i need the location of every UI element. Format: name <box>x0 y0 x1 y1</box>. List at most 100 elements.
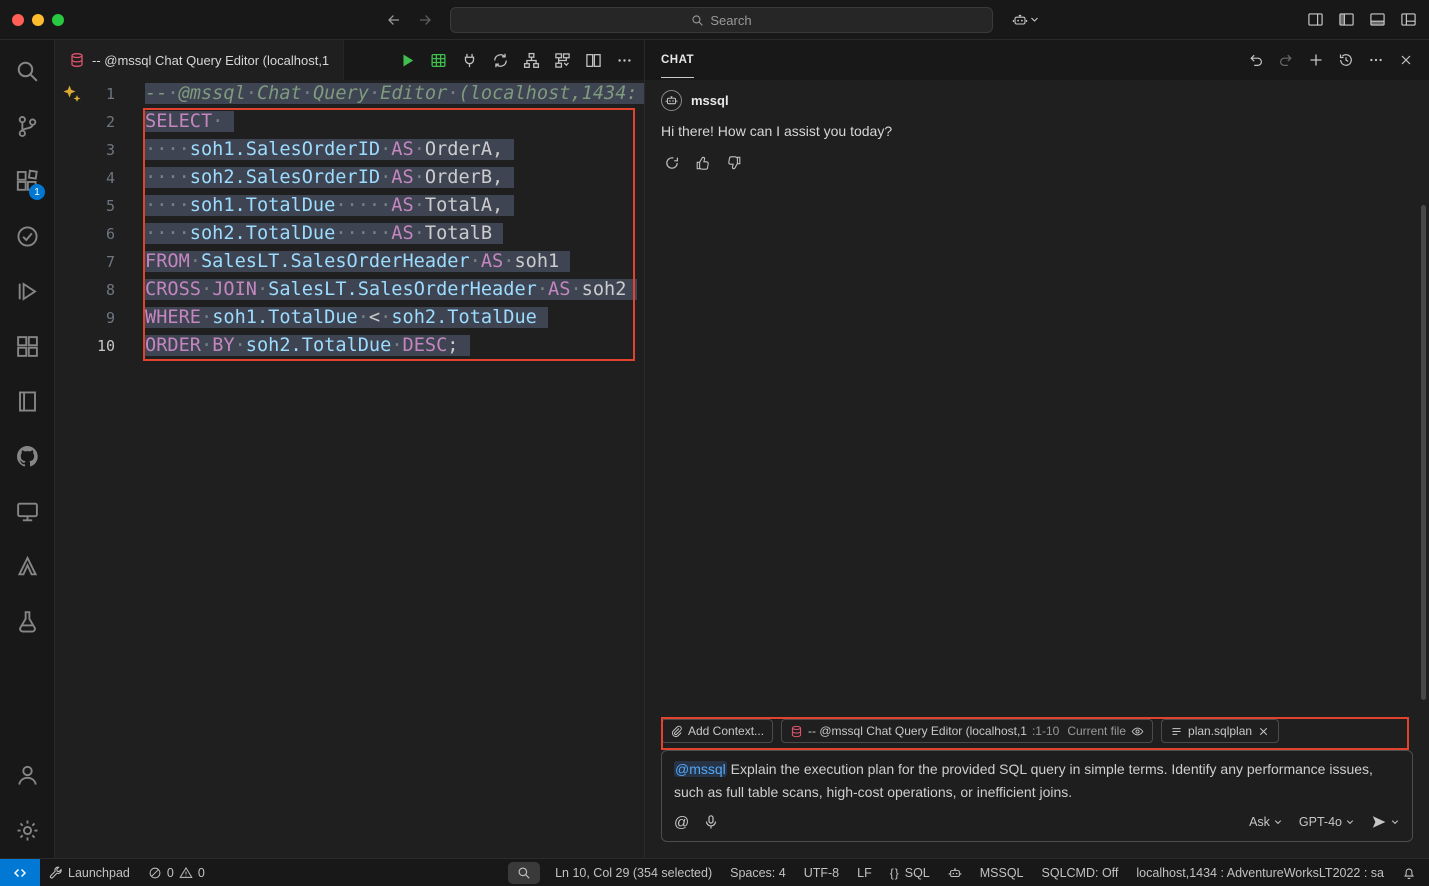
database-schema-button[interactable] <box>517 46 545 74</box>
mention-button[interactable]: @ <box>674 815 689 830</box>
navigate-back-icon[interactable] <box>386 12 402 28</box>
chat-input-text[interactable]: @mssql Explain the execution plan for th… <box>674 758 1400 804</box>
mode-dropdown[interactable]: Ask <box>1249 815 1283 829</box>
thumbs-down-button[interactable] <box>723 152 745 174</box>
code-text[interactable]: ORDER·BY·soh2.TotalDue·DESC; <box>145 332 470 360</box>
code-line-6: 6 ····soh2.TotalDue·····AS·TotalB <box>55 220 644 248</box>
send-button[interactable] <box>1371 814 1400 830</box>
activity-item-accounts[interactable] <box>3 748 51 803</box>
line-number[interactable]: 8 <box>55 276 115 304</box>
chat-history-button[interactable] <box>1332 47 1359 74</box>
activity-item-database-projects[interactable] <box>3 594 51 649</box>
close-window-button[interactable] <box>12 14 24 26</box>
thumbs-up-button[interactable] <box>692 152 714 174</box>
zoom-window-button[interactable] <box>52 14 64 26</box>
more-actions-button[interactable] <box>610 46 638 74</box>
code-line-8: 8 CROSS·JOIN·SalesLT.SalesOrderHeader·AS·… <box>55 276 644 304</box>
remote-indicator[interactable] <box>0 859 40 886</box>
activity-bar-items: 1 <box>3 44 51 649</box>
encoding-indicator[interactable]: UTF-8 <box>795 859 848 886</box>
indentation-indicator[interactable]: Spaces: 4 <box>721 859 795 886</box>
line-number[interactable]: 3 <box>55 136 115 164</box>
activity-item-notebooks[interactable] <box>3 374 51 429</box>
code-text[interactable]: CROSS·JOIN·SalesLT.SalesOrderHeader·AS·s… <box>145 276 637 304</box>
chat-panel-header: CHAT <box>645 40 1429 80</box>
launchpad-button[interactable]: Launchpad <box>40 859 139 886</box>
code-text[interactable]: ····soh2.SalesOrderID·AS·OrderB, <box>145 164 514 192</box>
disconnect-button[interactable] <box>455 46 483 74</box>
results-grid-button[interactable] <box>424 46 452 74</box>
line-number[interactable]: 7 <box>55 248 115 276</box>
activity-item-run-and-debug[interactable] <box>3 264 51 319</box>
chevron-down-icon <box>1029 14 1040 25</box>
code-text[interactable]: FROM·SalesLT.SalesOrderHeader·AS·soh1 <box>145 248 570 276</box>
code-text[interactable]: ····soh2.TotalDue·····AS·TotalB <box>145 220 503 248</box>
close-icon[interactable] <box>1257 725 1270 738</box>
selection-highlight: CROSS·JOIN·SalesLT.SalesOrderHeader·AS·s… <box>145 279 637 300</box>
copilot-menu[interactable] <box>1012 0 1040 39</box>
customize-layout-icon[interactable] <box>1400 11 1417 28</box>
check-circle-icon <box>15 224 40 249</box>
toggle-primary-sidebar-icon[interactable] <box>1338 11 1355 28</box>
activity-item-components[interactable] <box>3 319 51 374</box>
regenerate-button[interactable] <box>661 152 683 174</box>
code-text[interactable]: ····soh1.SalesOrderID·AS·OrderA, <box>145 136 514 164</box>
microphone-icon[interactable] <box>703 814 719 830</box>
code-text[interactable]: WHERE·soh1.TotalDue·<·soh2.TotalDue <box>145 304 548 332</box>
context-chip-current-file[interactable]: -- @mssql Chat Query Editor (localhost,1… <box>781 719 1153 743</box>
change-connection-button[interactable] <box>486 46 514 74</box>
model-dropdown[interactable]: GPT-4o <box>1299 815 1355 829</box>
context-file-suffix: Current file <box>1067 724 1126 738</box>
code-editor[interactable]: 1 --·@mssql·Chat·Query·Editor·(localhost,… <box>55 80 644 858</box>
command-center-search[interactable]: Search <box>450 7 993 33</box>
navigate-forward-icon[interactable] <box>417 12 433 28</box>
activity-item-search[interactable] <box>3 44 51 99</box>
tab-title: -- @mssql Chat Query Editor (localhost,1 <box>92 53 329 68</box>
mssql-status[interactable]: MSSQL <box>971 859 1033 886</box>
chat-input-box[interactable]: @mssql Explain the execution plan for th… <box>661 750 1413 842</box>
activity-item-extensions[interactable]: 1 <box>3 154 51 209</box>
activity-item-testing[interactable] <box>3 209 51 264</box>
copilot-status[interactable] <box>939 859 971 886</box>
context-chip-plan-file[interactable]: plan.sqlplan <box>1161 719 1279 743</box>
line-number[interactable]: 9 <box>55 304 115 332</box>
new-chat-button[interactable] <box>1302 47 1329 74</box>
more-button[interactable] <box>1362 47 1389 74</box>
add-context-button[interactable]: Add Context... <box>661 719 773 743</box>
toggle-secondary-sidebar-icon[interactable] <box>1307 11 1324 28</box>
tab-chat[interactable]: CHAT <box>661 54 694 66</box>
line-number[interactable]: 5 <box>55 192 115 220</box>
cursor-position[interactable]: Ln 10, Col 29 (354 selected) <box>546 859 721 886</box>
minimize-window-button[interactable] <box>32 14 44 26</box>
close-panel-button[interactable] <box>1392 47 1419 74</box>
line-number[interactable]: 6 <box>55 220 115 248</box>
line-number[interactable]: 2 <box>55 108 115 136</box>
activity-item-settings[interactable] <box>3 803 51 858</box>
zoom-button[interactable] <box>508 862 540 884</box>
undo-button[interactable] <box>1242 47 1269 74</box>
chat-scrollbar[interactable] <box>1421 205 1426 700</box>
problems-button[interactable]: 0 0 <box>139 859 214 886</box>
eol-indicator[interactable]: LF <box>848 859 881 886</box>
run-query-button[interactable] <box>393 46 421 74</box>
activity-item-github[interactable] <box>3 429 51 484</box>
code-text[interactable]: ····soh1.TotalDue·····AS·TotalA, <box>145 192 514 220</box>
line-number[interactable]: 1 <box>55 80 115 108</box>
code-text[interactable]: SELECT· <box>145 108 234 136</box>
eye-icon[interactable] <box>1131 725 1144 738</box>
activity-item-azure[interactable] <box>3 539 51 594</box>
activity-item-source-control[interactable] <box>3 99 51 154</box>
toggle-panel-icon[interactable] <box>1369 11 1386 28</box>
redo-button[interactable] <box>1272 47 1299 74</box>
code-text[interactable]: --·@mssql·Chat·Query·Editor·(localhost,1… <box>145 80 644 108</box>
language-mode[interactable]: {}SQL <box>881 859 939 886</box>
connection-status[interactable]: localhost,1434 : AdventureWorksLT2022 : … <box>1127 859 1393 886</box>
estimated-plan-button[interactable] <box>548 46 576 74</box>
sqlcmd-status[interactable]: SQLCMD: Off <box>1033 859 1128 886</box>
line-number[interactable]: 10 <box>55 332 115 360</box>
notifications-button[interactable] <box>1393 859 1425 886</box>
line-number[interactable]: 4 <box>55 164 115 192</box>
activity-item-remote-explorer[interactable] <box>3 484 51 539</box>
split-editor-button[interactable] <box>579 46 607 74</box>
tab-mssql-query-editor[interactable]: -- @mssql Chat Query Editor (localhost,1 <box>55 40 344 80</box>
